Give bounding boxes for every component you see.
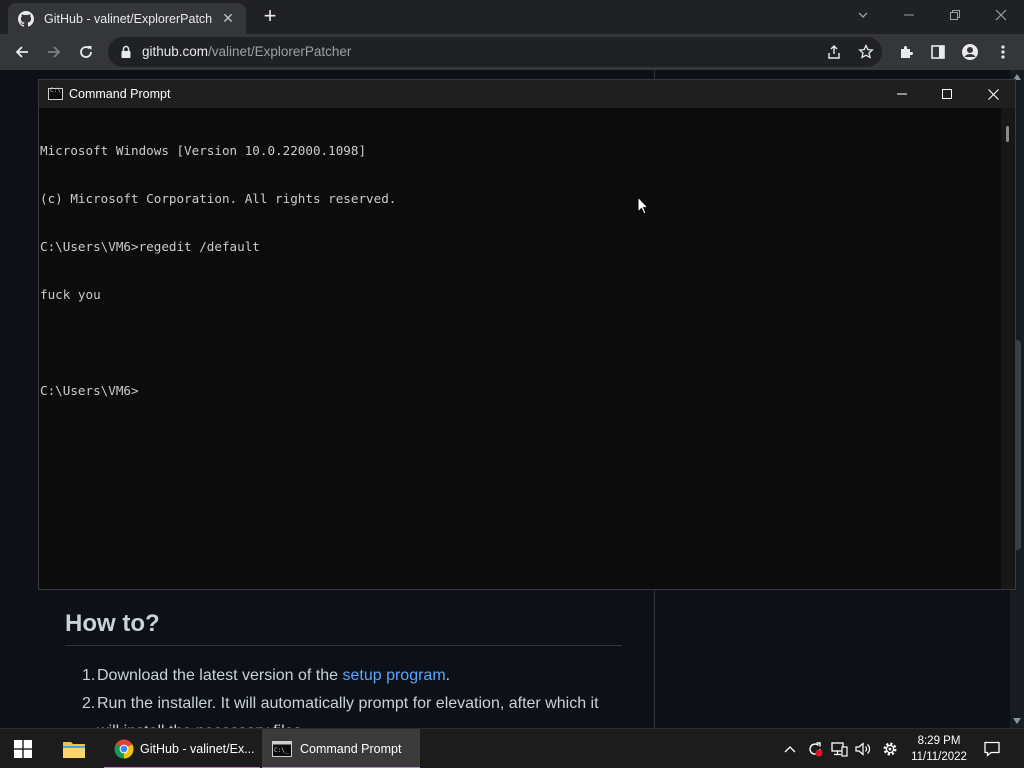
taskbar: GitHub - valinet/Ex... C:\_ Command Prom… xyxy=(0,728,1024,768)
tab-title: GitHub - valinet/ExplorerPatcher xyxy=(44,11,212,26)
chrome-icon xyxy=(114,739,134,759)
share-icon[interactable] xyxy=(824,42,844,62)
console-line: C:\Users\VM6>regedit /default xyxy=(40,239,260,254)
url-host: github.com xyxy=(142,44,209,59)
setup-program-link[interactable]: setup program xyxy=(342,667,445,684)
browser-tab-github[interactable]: GitHub - valinet/ExplorerPatcher ✕ xyxy=(8,3,246,34)
chevron-up-icon[interactable] xyxy=(780,739,800,759)
tab-close-icon[interactable]: ✕ xyxy=(220,10,236,27)
cmd-icon xyxy=(48,87,63,100)
taskbar-app-cmd[interactable]: C:\_ Command Prompt xyxy=(262,729,420,768)
steps-list: 1. Download the latest version of the se… xyxy=(82,662,642,728)
cmd-close-button[interactable] xyxy=(970,80,1016,108)
lock-icon[interactable] xyxy=(120,45,132,64)
tab-search-icon[interactable] xyxy=(840,0,886,30)
list-number: 2. xyxy=(82,695,96,712)
list-item-text: Download the latest version of the setup… xyxy=(97,662,450,690)
side-panel-icon[interactable] xyxy=(928,42,948,62)
profile-icon[interactable] xyxy=(960,42,980,62)
console-output[interactable]: Microsoft Windows [Version 10.0.22000.10… xyxy=(39,108,1001,589)
cmd-scrollbar-thumb[interactable] xyxy=(1006,126,1009,142)
list-item: will install the necessary files xyxy=(82,718,642,728)
menu-dots-icon[interactable] xyxy=(993,42,1013,62)
cmd-titlebar[interactable]: Command Prompt xyxy=(39,80,1015,108)
cmd-maximize-button[interactable] xyxy=(924,80,970,108)
sync-icon[interactable] xyxy=(805,739,825,759)
volume-icon[interactable] xyxy=(853,739,873,759)
list-item-text: Run the installer. It will automatically… xyxy=(97,695,599,712)
list-item-text: will install the necessary files xyxy=(97,718,302,728)
browser-tab-strip: GitHub - valinet/ExplorerPatcher ✕ + xyxy=(0,0,1024,34)
console-line: (c) Microsoft Corporation. All rights re… xyxy=(40,191,397,206)
cmd-scrollbar[interactable] xyxy=(1001,108,1015,589)
svg-text:C:\_: C:\_ xyxy=(274,747,289,754)
url-path: /valinet/ExplorerPatcher xyxy=(208,44,352,59)
notification-icon[interactable] xyxy=(982,739,1002,759)
forward-arrow-icon[interactable] xyxy=(42,40,66,64)
browser-toolbar: github.com/valinet/ExplorerPatcher xyxy=(0,34,1024,70)
taskbar-app-label: Command Prompt xyxy=(300,742,402,756)
step-text-end: . xyxy=(445,667,451,684)
clock-time: 8:29 PM xyxy=(917,735,961,747)
cmd-title: Command Prompt xyxy=(69,87,171,101)
heading-divider xyxy=(65,645,622,646)
console-line: fuck you xyxy=(40,287,101,302)
browser-minimize-button[interactable] xyxy=(886,0,932,30)
cmd-minimize-button[interactable] xyxy=(879,80,925,108)
list-number: 1. xyxy=(82,667,96,684)
browser-restore-button[interactable] xyxy=(932,0,978,30)
settings-icon[interactable] xyxy=(880,739,900,759)
new-tab-button[interactable]: + xyxy=(258,5,282,29)
taskbar-app-chrome[interactable]: GitHub - valinet/Ex... xyxy=(104,729,260,768)
list-item: 1. Download the latest version of the se… xyxy=(82,662,642,690)
console-line: Microsoft Windows [Version 10.0.22000.10… xyxy=(40,143,367,158)
page-left-margin xyxy=(0,70,34,728)
back-arrow-icon[interactable] xyxy=(10,40,34,64)
start-icon[interactable] xyxy=(14,729,32,768)
extensions-icon[interactable] xyxy=(896,42,916,62)
step-text: Download the latest version of the xyxy=(97,667,343,684)
command-prompt-window[interactable]: Command Prompt Microsoft Windows [Versio… xyxy=(38,79,1016,590)
cmd-icon: C:\_ xyxy=(272,741,292,757)
taskbar-clock[interactable]: 8:29 PM 11/11/2022 xyxy=(904,733,974,765)
address-bar[interactable]: github.com/valinet/ExplorerPatcher xyxy=(108,37,882,67)
github-icon xyxy=(18,10,34,27)
reload-icon[interactable] xyxy=(74,40,98,64)
network-icon[interactable] xyxy=(829,739,849,759)
browser-close-button[interactable] xyxy=(978,0,1024,30)
taskbar-app-label: GitHub - valinet/Ex... xyxy=(140,742,255,756)
address-url: github.com/valinet/ExplorerPatcher xyxy=(142,44,351,59)
section-heading: How to? xyxy=(65,610,160,637)
mouse-pointer-icon xyxy=(637,195,650,220)
list-item: 2. Run the installer. It will automatica… xyxy=(82,690,642,718)
file-explorer-icon[interactable] xyxy=(62,729,86,768)
console-prompt-line[interactable]: C:\Users\VM6> xyxy=(40,383,1001,399)
clock-date: 11/11/2022 xyxy=(911,751,967,763)
list-number xyxy=(82,718,97,728)
bookmark-star-icon[interactable] xyxy=(856,42,876,62)
